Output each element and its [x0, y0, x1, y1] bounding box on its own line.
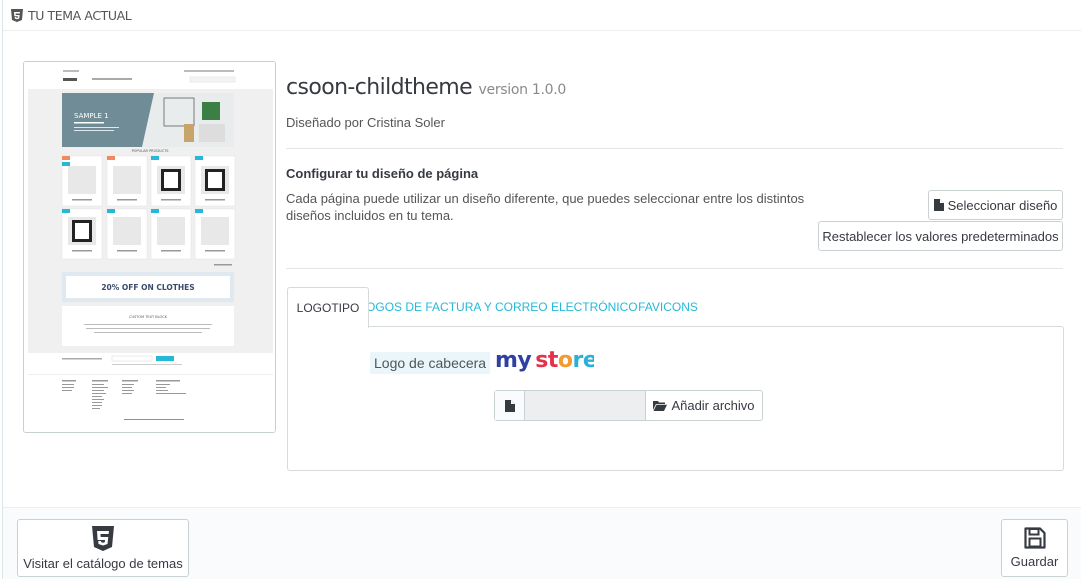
- theme-name: csoon-childtheme: [286, 75, 473, 100]
- tab-label: LOGOTIPO: [296, 301, 360, 315]
- theme-preview-image: SAMPLE 1 POPULAR PRODUCTS 20% OFF ON CLO…: [23, 61, 276, 433]
- file-name-field[interactable]: [525, 391, 646, 420]
- panel-heading: TU TEMA ACTUAL: [3, 0, 1081, 31]
- tab-logotipo[interactable]: LOGOTIPO: [287, 287, 369, 328]
- theme-panel: TU TEMA ACTUAL SAMPLE 1 POPULAR PRODUCTS…: [2, 0, 1081, 579]
- preview-banner-title: SAMPLE 1: [74, 112, 109, 120]
- select-layout-button[interactable]: Seleccionar diseño: [928, 190, 1063, 220]
- layout-section-description: Cada página puede utilizar un diseño dif…: [286, 191, 805, 223]
- reset-defaults-button[interactable]: Restablecer los valores predeterminados: [818, 221, 1063, 251]
- preview-section-title: POPULAR PRODUCTS: [132, 149, 170, 153]
- save-button[interactable]: Guardar: [1001, 519, 1068, 577]
- store-logo: my store: [495, 348, 594, 373]
- select-layout-label: Seleccionar diseño: [947, 197, 1058, 213]
- reset-defaults-label: Restablecer los valores predeterminados: [822, 228, 1059, 244]
- tab-label: FAVICONS: [638, 300, 698, 314]
- theme-version: version 1.0.0: [478, 82, 567, 98]
- logo-file-upload: Añadir archivo: [494, 390, 763, 421]
- tab-favicons[interactable]: FAVICONS: [628, 287, 708, 327]
- tab-invoice-email-logos[interactable]: LOGOS DE FACTURA Y CORREO ELECTRÓNICO: [359, 287, 637, 327]
- header-logo-label: Logo de cabecera: [370, 352, 491, 374]
- theme-name-heading: csoon-childtheme version 1.0.0: [286, 75, 566, 100]
- visit-theme-catalog-label: Visitar el catálogo de temas: [23, 555, 183, 571]
- save-icon: [1023, 527, 1046, 549]
- theme-designer: Diseñado por Cristina Soler: [286, 115, 445, 130]
- file-addon: [495, 391, 525, 420]
- divider: [286, 268, 1063, 269]
- file-icon: [933, 199, 944, 211]
- panel-footer: Visitar el catálogo de temas Guardar: [3, 507, 1081, 579]
- visit-theme-catalog-button[interactable]: Visitar el catálogo de temas: [17, 519, 189, 577]
- preview-promo-text: 20% OFF ON CLOTHES: [101, 283, 194, 292]
- tab-label: LOGOS DE FACTURA Y CORREO ELECTRÓNICO: [359, 300, 638, 314]
- save-label: Guardar: [1010, 554, 1059, 569]
- store-logo-text: my store: [495, 348, 594, 373]
- html5-icon: [11, 8, 23, 22]
- add-file-button[interactable]: Añadir archivo: [646, 391, 762, 420]
- add-file-label: Añadir archivo: [671, 398, 755, 413]
- folder-open-icon: [653, 401, 668, 411]
- preview-custom-block-title: CUSTOM TEXT BLOCK: [129, 315, 168, 319]
- file-icon: [504, 399, 515, 412]
- divider: [286, 148, 1063, 149]
- layout-section-title: Configurar tu diseño de página: [286, 166, 479, 181]
- html5-icon: [92, 525, 114, 551]
- panel-title: TU TEMA ACTUAL: [28, 7, 132, 23]
